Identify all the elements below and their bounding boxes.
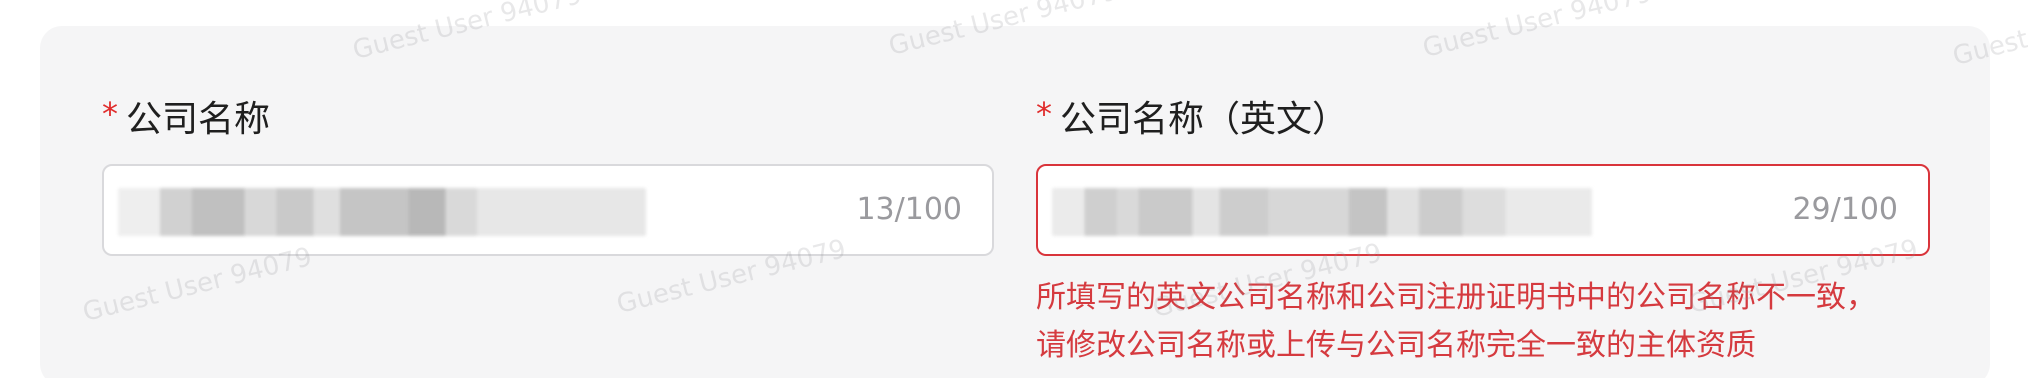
- company-name-label: * 公司名称: [102, 88, 994, 144]
- required-mark: *: [1036, 95, 1052, 133]
- redacted-value: [118, 188, 646, 236]
- redacted-value: [1052, 188, 1592, 236]
- validation-error-message: 所填写的英文公司名称和公司注册证明书中的公司名称不一致， 请修改公司名称或上传与…: [1036, 274, 1916, 370]
- required-mark: *: [102, 95, 118, 133]
- company-name-input[interactable]: 13/100: [102, 164, 994, 256]
- error-line-1: 所填写的英文公司名称和公司注册证明书中的公司名称不一致，: [1036, 280, 1876, 315]
- company-name-en-input[interactable]: 29/100: [1036, 164, 1930, 256]
- company-name-en-label: * 公司名称（英文）: [1036, 88, 1930, 144]
- character-counter: 29/100: [1792, 192, 1898, 227]
- page: * 公司名称 13/100 * 公司名称（英文） 29/100 所填写的英文公司…: [0, 0, 2028, 378]
- company-name-field: * 公司名称 13/100: [102, 88, 994, 256]
- character-counter: 13/100: [856, 192, 962, 227]
- company-name-en-label-text: 公司名称（英文）: [1060, 99, 1349, 140]
- company-name-label-text: 公司名称: [126, 99, 271, 140]
- error-line-2: 请修改公司名称或上传与公司名称完全一致的主体资质: [1036, 328, 1756, 363]
- company-name-en-field: * 公司名称（英文） 29/100 所填写的英文公司名称和公司注册证明书中的公司…: [1036, 88, 1930, 370]
